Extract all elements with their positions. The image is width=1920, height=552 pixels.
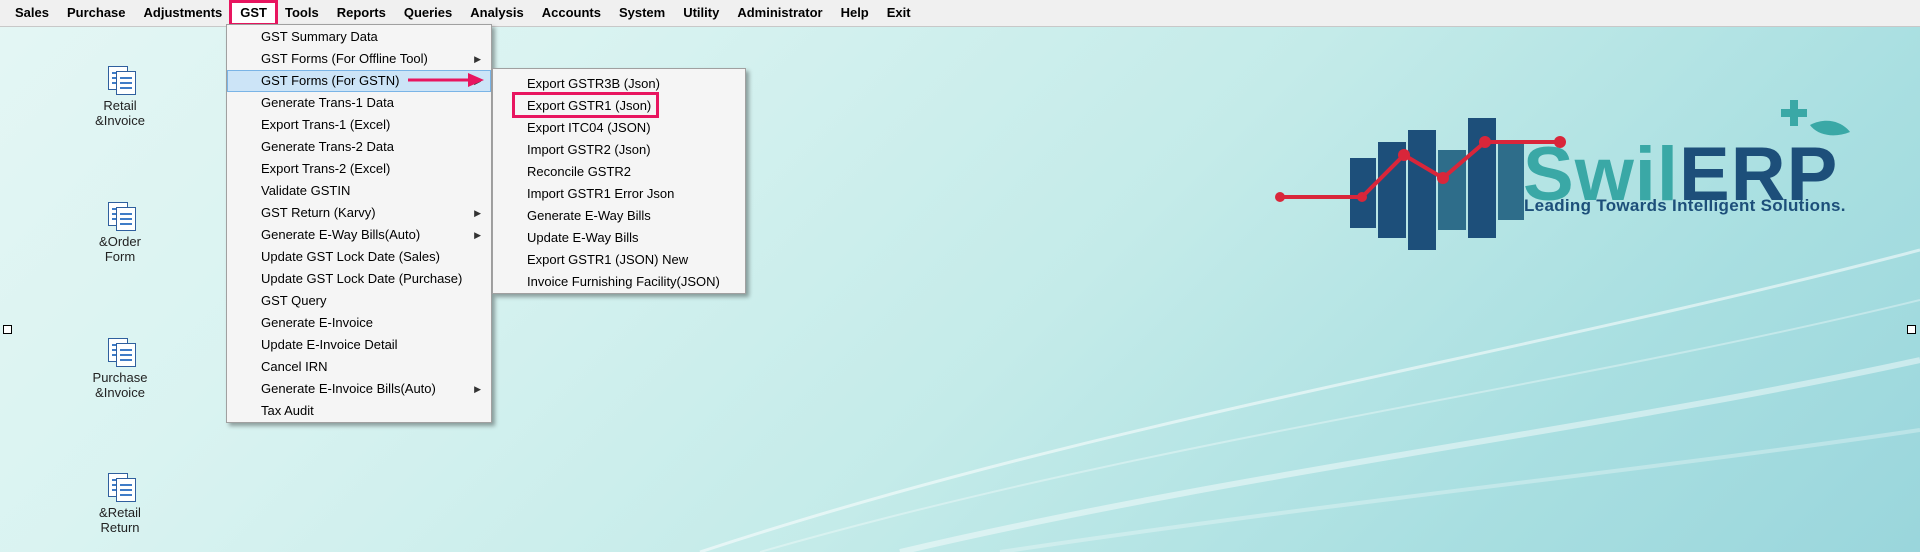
menu-item-label: Generate E-Invoice — [261, 315, 374, 330]
menu-item-label: GST Summary Data — [261, 29, 378, 44]
menu-item-reconcile-gstr2[interactable]: Reconcile GSTR2 — [493, 161, 745, 183]
menu-item-label: Export Trans-2 (Excel) — [261, 161, 391, 176]
menu-item-import-gstr2[interactable]: Import GSTR2 (Json) — [493, 139, 745, 161]
shortcut-order-form[interactable]: &Order Form — [60, 200, 180, 264]
menu-item-label: Update GST Lock Date (Purchase) — [261, 271, 463, 286]
menu-tools[interactable]: Tools — [276, 2, 328, 24]
menu-item-generate-eway-auto[interactable]: Generate E-Way Bills(Auto) ▶ — [227, 224, 491, 246]
menu-administrator[interactable]: Administrator — [728, 2, 831, 24]
shortcut-retail-return[interactable]: &Retail Return — [60, 471, 180, 535]
menu-item-update-einvoice[interactable]: Update E-Invoice Detail — [227, 334, 491, 356]
menu-item-export-trans2[interactable]: Export Trans-2 (Excel) — [227, 158, 491, 180]
resize-handle-right[interactable] — [1907, 325, 1916, 334]
shortcut-label: Purchase &Invoice — [92, 370, 148, 400]
menu-item-generate-trans1[interactable]: Generate Trans-1 Data — [227, 92, 491, 114]
menu-item-label: GST Query — [261, 293, 327, 308]
menu-item-label: Generate E-Invoice Bills(Auto) — [261, 381, 436, 396]
menu-item-label: Import GSTR2 (Json) — [527, 142, 651, 157]
submenu-arrow-icon: ▶ — [474, 230, 481, 240]
menu-utility[interactable]: Utility — [674, 2, 728, 24]
menu-item-label: Update E-Way Bills — [527, 230, 639, 245]
document-icon — [104, 64, 136, 95]
menu-reports[interactable]: Reports — [328, 2, 395, 24]
menu-item-generate-trans2[interactable]: Generate Trans-2 Data — [227, 136, 491, 158]
menu-item-gst-return-karvy[interactable]: GST Return (Karvy) ▶ — [227, 202, 491, 224]
menu-item-label: Cancel IRN — [261, 359, 328, 374]
menu-item-export-trans1[interactable]: Export Trans-1 (Excel) — [227, 114, 491, 136]
menu-system[interactable]: System — [610, 2, 674, 24]
submenu-arrow-icon: ▶ — [474, 384, 481, 394]
menu-item-label: Export ITC04 (JSON) — [527, 120, 651, 135]
menu-item-label: Export GSTR3B (Json) — [527, 76, 660, 91]
menu-item-generate-einvoice-auto[interactable]: Generate E-Invoice Bills(Auto) ▶ — [227, 378, 491, 400]
menu-item-gst-query[interactable]: GST Query — [227, 290, 491, 312]
menu-item-label: GST Forms (For GSTN) — [261, 73, 400, 88]
menu-item-export-gstr3b[interactable]: Export GSTR3B (Json) — [493, 73, 745, 95]
shortcut-label: Retail &Invoice — [95, 98, 145, 128]
menu-item-label: Export GSTR1 (JSON) New — [527, 252, 689, 267]
menu-item-update-eway-bills[interactable]: Update E-Way Bills — [493, 227, 745, 249]
submenu-arrow-icon: ▶ — [474, 208, 481, 218]
menu-item-label: Generate E-Way Bills — [527, 208, 651, 223]
annotation-arrow-icon — [408, 73, 484, 87]
menu-item-label: Generate Trans-2 Data — [261, 139, 394, 154]
document-icon — [104, 336, 136, 367]
menu-item-label: Export GSTR1 (Json) — [527, 98, 652, 113]
shortcut-label: &Retail Return — [99, 505, 141, 535]
menu-item-lock-date-purchase[interactable]: Update GST Lock Date (Purchase) — [227, 268, 491, 290]
menu-item-lock-date-sales[interactable]: Update GST Lock Date (Sales) — [227, 246, 491, 268]
shortcut-purchase-invoice[interactable]: Purchase &Invoice — [60, 336, 180, 400]
menu-item-tax-audit[interactable]: Tax Audit — [227, 400, 491, 422]
document-icon — [104, 471, 136, 502]
shortcut-retail-invoice[interactable]: Retail &Invoice — [60, 64, 180, 128]
menu-item-invoice-furnishing[interactable]: Invoice Furnishing Facility(JSON) — [493, 271, 745, 293]
menu-item-generate-einvoice[interactable]: Generate E-Invoice — [227, 312, 491, 334]
shortcut-label: &Order Form — [99, 234, 141, 264]
menu-item-import-gstr1-error[interactable]: Import GSTR1 Error Json — [493, 183, 745, 205]
menu-help[interactable]: Help — [832, 2, 878, 24]
menu-item-gst-summary-data[interactable]: GST Summary Data — [227, 26, 491, 48]
menu-item-label: Generate Trans-1 Data — [261, 95, 394, 110]
menu-item-label: Tax Audit — [261, 403, 314, 418]
menu-gst[interactable]: GST — [229, 0, 278, 26]
menu-analysis[interactable]: Analysis — [461, 2, 532, 24]
menu-adjustments[interactable]: Adjustments — [135, 2, 232, 24]
submenu-arrow-icon: ▶ — [474, 54, 481, 64]
menu-item-label: Update E-Invoice Detail — [261, 337, 398, 352]
gstn-submenu: Export GSTR3B (Json) Export GSTR1 (Json)… — [492, 68, 746, 294]
brand-tagline: Leading Towards Intelligent Solutions. — [1524, 196, 1846, 215]
menu-item-gst-forms-offline[interactable]: GST Forms (For Offline Tool) ▶ — [227, 48, 491, 70]
menu-item-cancel-irn[interactable]: Cancel IRN — [227, 356, 491, 378]
menu-item-label: Export Trans-1 (Excel) — [261, 117, 391, 132]
menu-item-label: GST Forms (For Offline Tool) — [261, 51, 428, 66]
menu-exit[interactable]: Exit — [878, 2, 920, 24]
menu-purchase[interactable]: Purchase — [58, 2, 135, 24]
menu-item-generate-eway-bills[interactable]: Generate E-Way Bills — [493, 205, 745, 227]
menu-item-validate-gstin[interactable]: Validate GSTIN — [227, 180, 491, 202]
menu-item-export-gstr1[interactable]: Export GSTR1 (Json) — [493, 95, 745, 117]
menu-item-label: GST Return (Karvy) — [261, 205, 376, 220]
menu-accounts[interactable]: Accounts — [533, 2, 610, 24]
menu-item-export-itc04[interactable]: Export ITC04 (JSON) — [493, 117, 745, 139]
menu-item-label: Invoice Furnishing Facility(JSON) — [527, 274, 720, 289]
resize-handle-left[interactable] — [3, 325, 12, 334]
menu-queries[interactable]: Queries — [395, 2, 461, 24]
menu-item-label: Update GST Lock Date (Sales) — [261, 249, 440, 264]
document-icon — [104, 200, 136, 231]
menu-item-label: Import GSTR1 Error Json — [527, 186, 675, 201]
menu-item-export-gstr1-new[interactable]: Export GSTR1 (JSON) New — [493, 249, 745, 271]
menu-sales[interactable]: Sales — [6, 2, 58, 24]
menu-item-label: Validate GSTIN — [261, 183, 351, 198]
menu-bar: Sales Purchase Adjustments GST Tools Rep… — [0, 0, 1920, 27]
menu-item-label: Reconcile GSTR2 — [527, 164, 632, 179]
menu-item-label: Generate E-Way Bills(Auto) — [261, 227, 421, 242]
